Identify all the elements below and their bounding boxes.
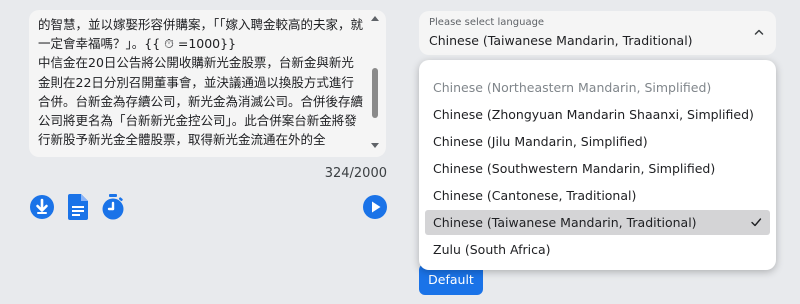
language-option[interactable]: Zulu (South Africa) [425,237,770,262]
scroll-thumb[interactable] [372,68,378,118]
scroll-down-arrow-icon[interactable] [371,143,379,148]
timer-button[interactable] [99,193,127,221]
language-select-value: Chinese (Taiwanese Mandarin, Traditional… [429,33,693,48]
language-option-label: Chinese (Taiwanese Mandarin, Traditional… [433,215,697,230]
download-button[interactable] [28,193,56,221]
character-count: 324/2000 [324,166,387,181]
play-button[interactable] [361,193,389,221]
language-option[interactable]: Chinese (Jilu Mandarin, Simplified) [425,129,770,154]
language-option-selected[interactable]: Chinese (Taiwanese Mandarin, Traditional… [425,210,770,235]
language-option[interactable]: Chinese (Southwestern Mandarin, Simplifi… [425,156,770,181]
language-select-caption: Please select language [429,17,545,28]
scroll-up-arrow-icon[interactable] [371,16,379,21]
download-icon [30,195,54,219]
text-input-content[interactable]: 的智慧，並以嫁娶形容併購案，「「嫁入聘金較高的夫家，就一定會幸福嗎？」。{{ ⏱… [38,15,366,149]
document-icon [68,194,88,220]
timer-icon [102,194,124,220]
checkmark-icon [751,218,762,227]
chevron-up-icon[interactable] [754,27,764,37]
language-option[interactable]: Chinese (Cantonese, Traditional) [425,183,770,208]
language-option[interactable]: Chinese (Northeastern Mandarin, Simplifi… [425,75,770,100]
text-scrollbar[interactable] [370,16,380,150]
text-input-panel[interactable]: 的智慧，並以嫁娶形容併購案，「「嫁入聘金較高的夫家，就一定會幸福嗎？」。{{ ⏱… [29,10,386,157]
document-button[interactable] [64,193,92,221]
language-select[interactable]: Please select language Chinese (Taiwanes… [419,11,776,55]
language-option[interactable]: Chinese (Zhongyuan Mandarin Shaanxi, Sim… [425,102,770,127]
play-icon [363,195,387,219]
language-dropdown[interactable]: Chinese (Northeastern Mandarin, Simplifi… [419,60,776,270]
